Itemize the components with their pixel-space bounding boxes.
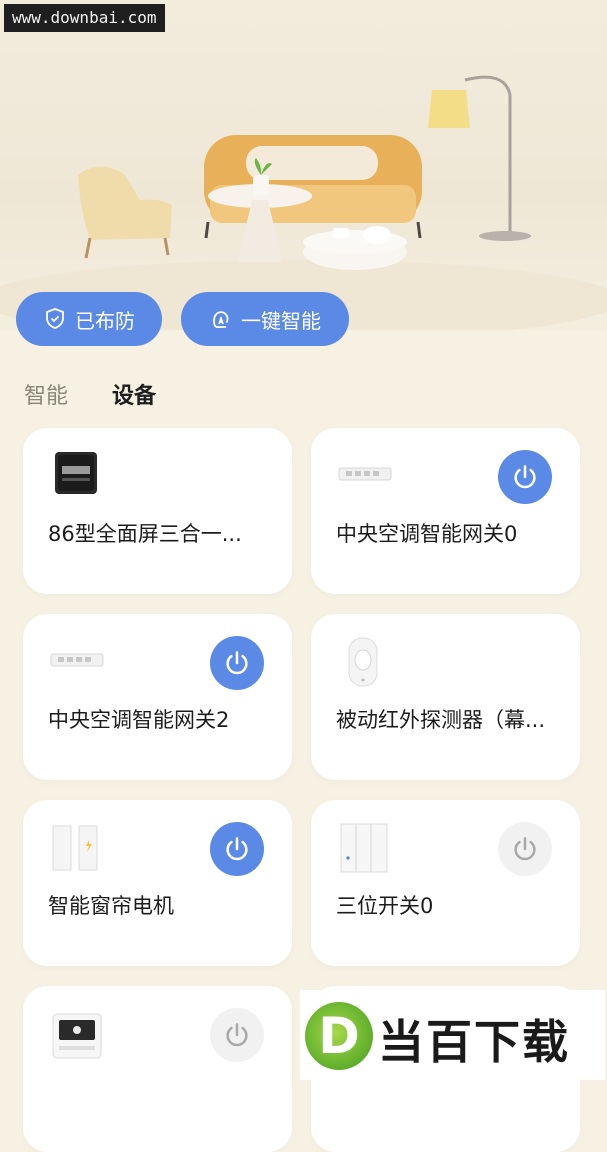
device-name: 三位开关0 [336, 894, 434, 918]
armed-label: 已布防 [75, 308, 135, 333]
tab-devices[interactable]: 设备 [112, 378, 156, 410]
power-icon [514, 465, 536, 489]
device-name: 中央空调智能网关0 [336, 522, 518, 546]
room-hero-image: www.downbai.com [0, 0, 607, 330]
curtain-motor-device-icon [52, 825, 98, 871]
device-card[interactable] [23, 986, 292, 1152]
device-card[interactable]: 被动红外探测器（幕... [311, 614, 580, 780]
touch-panel-device-icon [55, 452, 97, 494]
one-click-smart-button[interactable]: 一键智能 [181, 292, 349, 346]
device-card[interactable]: 智能窗帘电机 [23, 800, 292, 966]
device-card[interactable]: 中央空调智能网关2 [23, 614, 292, 780]
device-name: 智能窗帘电机 [48, 894, 174, 918]
power-icon [226, 651, 248, 675]
pir-sensor-device-icon [348, 637, 378, 687]
power-button[interactable] [498, 450, 552, 504]
device-card[interactable]: 86型全面屏三合一... [23, 428, 292, 594]
gateway-device-icon [338, 467, 392, 481]
ad-logo: D [305, 1002, 373, 1070]
device-card[interactable]: 三位开关0 [311, 800, 580, 966]
power-button[interactable] [498, 822, 552, 876]
gateway-device-icon [50, 653, 104, 667]
ad-text: 当百下载 [378, 1015, 570, 1069]
power-icon [514, 837, 536, 861]
power-button[interactable] [210, 822, 264, 876]
tab-bar: 智能 设备 [24, 378, 156, 410]
power-button[interactable] [210, 1008, 264, 1062]
power-button[interactable] [210, 636, 264, 690]
device-name: 中央空调智能网关2 [48, 708, 230, 732]
shield-check-icon [46, 308, 64, 329]
triple-switch-device-icon [340, 823, 388, 873]
thermostat-panel-device-icon [52, 1013, 102, 1059]
one-click-smart-label: 一键智能 [241, 308, 321, 333]
armed-button[interactable]: 已布防 [16, 292, 162, 346]
device-name: 86型全面屏三合一... [48, 522, 242, 546]
device-card[interactable]: 中央空调智能网关0 [311, 428, 580, 594]
living-room-illustration [0, 75, 607, 330]
tab-smart[interactable]: 智能 [24, 378, 68, 410]
device-name: 被动红外探测器（幕... [336, 708, 546, 732]
power-icon [226, 837, 248, 861]
power-icon [226, 1023, 248, 1047]
watermark-label: www.downbai.com [4, 4, 165, 32]
smart-hand-icon [213, 311, 229, 328]
ad-banner[interactable]: D 当百下载 [300, 990, 605, 1080]
